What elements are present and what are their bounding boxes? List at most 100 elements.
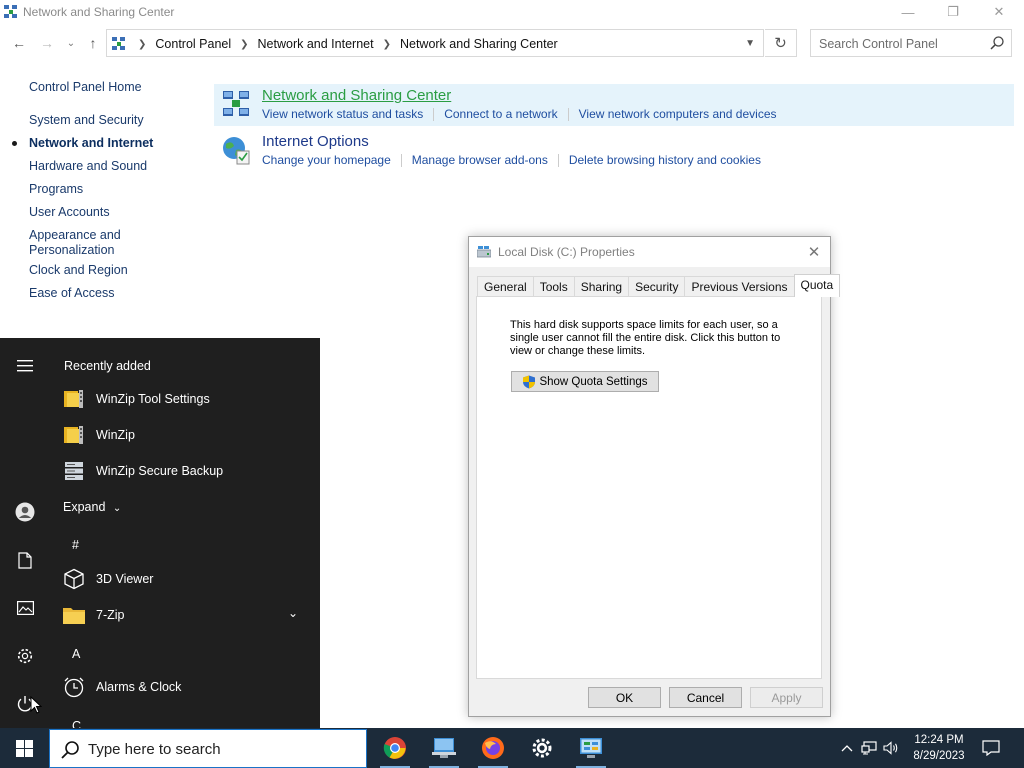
expand-button[interactable]: Expand ⌄ <box>63 500 121 514</box>
address-bar[interactable]: ❯ Control Panel ❯ Network and Internet ❯… <box>106 29 764 57</box>
internet-options-link[interactable]: Internet Options <box>262 133 369 150</box>
notification-icon <box>982 740 1000 756</box>
network-task-links: View network status and tasks Connect to… <box>262 107 777 121</box>
control-panel-icon[interactable] <box>568 728 614 768</box>
show-quota-settings-button[interactable]: Show Quota Settings <box>511 371 659 392</box>
tab-security[interactable]: Security <box>628 276 686 297</box>
tab-sharing[interactable]: Sharing <box>573 276 630 297</box>
disk-properties-dialog: Local Disk (C:) Properties ✕ General Too… <box>468 236 841 717</box>
app-alarms-and-clock[interactable]: Alarms & Clock <box>62 673 312 701</box>
quota-tab-panel: This hard disk supports space limits for… <box>476 296 822 679</box>
sidebar-item-system-and-security[interactable]: System and Security <box>29 113 144 128</box>
breadcrumb-network-and-internet[interactable]: Network and Internet <box>258 37 374 51</box>
app-label: WinZip <box>96 428 135 442</box>
notification-center-button[interactable] <box>978 736 1004 760</box>
winzip-backup-icon <box>62 459 86 483</box>
search-icon <box>61 741 79 759</box>
view-network-status-link[interactable]: View network status and tasks <box>262 107 423 121</box>
dialog-title-bar[interactable]: Local Disk (C:) Properties ✕ <box>469 237 830 267</box>
dialog-tabs: General Tools Sharing Security Previous … <box>477 274 841 297</box>
volume-icon[interactable] <box>880 728 902 768</box>
search-input[interactable]: Search Control Panel <box>810 29 1012 57</box>
breadcrumb: ❯ Control Panel ❯ Network and Internet ❯… <box>129 37 558 51</box>
apply-button[interactable]: Apply <box>750 687 823 708</box>
sidebar-item-appearance-and-personalization[interactable]: Appearance and Personalization <box>29 228 121 258</box>
chevron-down-icon[interactable]: ▼ <box>745 38 755 49</box>
app-label: Alarms & Clock <box>96 680 182 694</box>
active-indicator <box>12 141 17 146</box>
sidebar-item-programs[interactable]: Programs <box>29 182 83 197</box>
tab-general[interactable]: General <box>477 276 534 297</box>
minimize-button[interactable]: — <box>885 0 931 24</box>
chevron-down-icon[interactable]: ⌄ <box>288 606 298 620</box>
start-button[interactable] <box>0 728 48 768</box>
app-3d-viewer[interactable]: 3D Viewer <box>62 565 312 593</box>
user-account-icon[interactable] <box>13 500 37 524</box>
tab-previous-versions[interactable]: Previous Versions <box>684 276 795 297</box>
section-letter-c[interactable]: C <box>72 719 81 728</box>
back-button[interactable]: ← <box>10 34 28 52</box>
network-and-sharing-center-link[interactable]: Network and Sharing Center <box>262 87 451 104</box>
cancel-button[interactable]: Cancel <box>669 687 742 708</box>
app-7-zip[interactable]: 7-Zip ⌄ <box>62 601 312 629</box>
uac-shield-icon <box>523 375 536 388</box>
chevron-right-icon[interactable]: ❯ <box>383 39 391 50</box>
delete-browsing-history-link[interactable]: Delete browsing history and cookies <box>569 153 761 167</box>
pictures-icon[interactable] <box>13 596 37 620</box>
sidebar-item-clock-and-region[interactable]: Clock and Region <box>29 263 128 278</box>
dialog-title: Local Disk (C:) Properties <box>498 245 635 259</box>
sidebar-item-ease-of-access[interactable]: Ease of Access <box>29 286 114 301</box>
sidebar-item-network-and-internet[interactable]: Network and Internet <box>29 136 153 151</box>
chevron-right-icon[interactable]: ❯ <box>240 39 248 50</box>
chrome-icon[interactable] <box>372 728 418 768</box>
dialog-close-button[interactable]: ✕ <box>804 242 824 262</box>
forward-button[interactable]: → <box>38 34 56 52</box>
connect-to-network-link[interactable]: Connect to a network <box>444 107 557 121</box>
breadcrumb-network-and-sharing-center[interactable]: Network and Sharing Center <box>400 37 558 51</box>
chevron-up-icon[interactable] <box>836 728 858 768</box>
file-explorer-icon[interactable] <box>421 728 467 768</box>
app-winzip-tool-settings[interactable]: WinZip Tool Settings <box>62 385 312 413</box>
section-letter-a[interactable]: A <box>72 647 80 661</box>
maximize-button[interactable]: ❐ <box>930 0 976 24</box>
sidebar-item-control-panel-home[interactable]: Control Panel Home <box>29 80 142 95</box>
manage-browser-addons-link[interactable]: Manage browser add-ons <box>412 153 548 167</box>
taskbar-search-input[interactable]: Type here to search <box>49 729 367 768</box>
show-quota-settings-label: Show Quota Settings <box>539 375 648 388</box>
app-winzip[interactable]: WinZip <box>62 421 312 449</box>
settings-gear-icon[interactable] <box>13 644 37 668</box>
recent-locations-button[interactable]: ⌄ <box>64 34 78 52</box>
start-menu: Recently added WinZip Tool Settings WinZ… <box>0 338 320 728</box>
documents-icon[interactable] <box>13 548 37 572</box>
sidebar-item-user-accounts[interactable]: User Accounts <box>29 205 110 220</box>
app-label: WinZip Tool Settings <box>96 392 210 406</box>
close-button[interactable]: ✕ <box>976 0 1022 24</box>
change-homepage-link[interactable]: Change your homepage <box>262 153 391 167</box>
navigation-bar: ← → ⌄ ↑ ❯ Control Panel ❯ Network and In… <box>0 28 1024 58</box>
quota-description: This hard disk supports space limits for… <box>510 319 781 357</box>
link-divider <box>433 108 435 121</box>
taskbar: Type here to search 12:24 PM 8/29/2023 <box>0 728 1024 768</box>
network-icon[interactable] <box>858 728 880 768</box>
breadcrumb-control-panel[interactable]: Control Panel <box>155 37 231 51</box>
sidebar-item-hardware-and-sound[interactable]: Hardware and Sound <box>29 159 147 174</box>
tab-tools[interactable]: Tools <box>532 276 575 297</box>
link-divider <box>400 154 402 167</box>
up-button[interactable]: ↑ <box>84 34 102 52</box>
firefox-icon[interactable] <box>470 728 516 768</box>
clock-time: 12:24 PM <box>914 734 964 746</box>
tab-quota[interactable]: Quota <box>793 274 841 297</box>
link-divider <box>567 108 569 121</box>
section-letter-hash[interactable]: # <box>72 538 79 552</box>
ok-button[interactable]: OK <box>588 687 661 708</box>
view-network-computers-link[interactable]: View network computers and devices <box>579 107 777 121</box>
settings-icon[interactable] <box>519 728 565 768</box>
app-winzip-secure-backup[interactable]: WinZip Secure Backup <box>62 457 312 485</box>
alarm-clock-icon <box>62 675 86 699</box>
hamburger-menu-icon[interactable] <box>13 354 37 378</box>
search-icon <box>990 36 1004 50</box>
refresh-button[interactable]: ↻ <box>765 29 797 57</box>
clock[interactable]: 12:24 PM 8/29/2023 <box>906 732 972 764</box>
folder-icon <box>62 603 86 627</box>
control-panel-icon <box>112 37 125 50</box>
